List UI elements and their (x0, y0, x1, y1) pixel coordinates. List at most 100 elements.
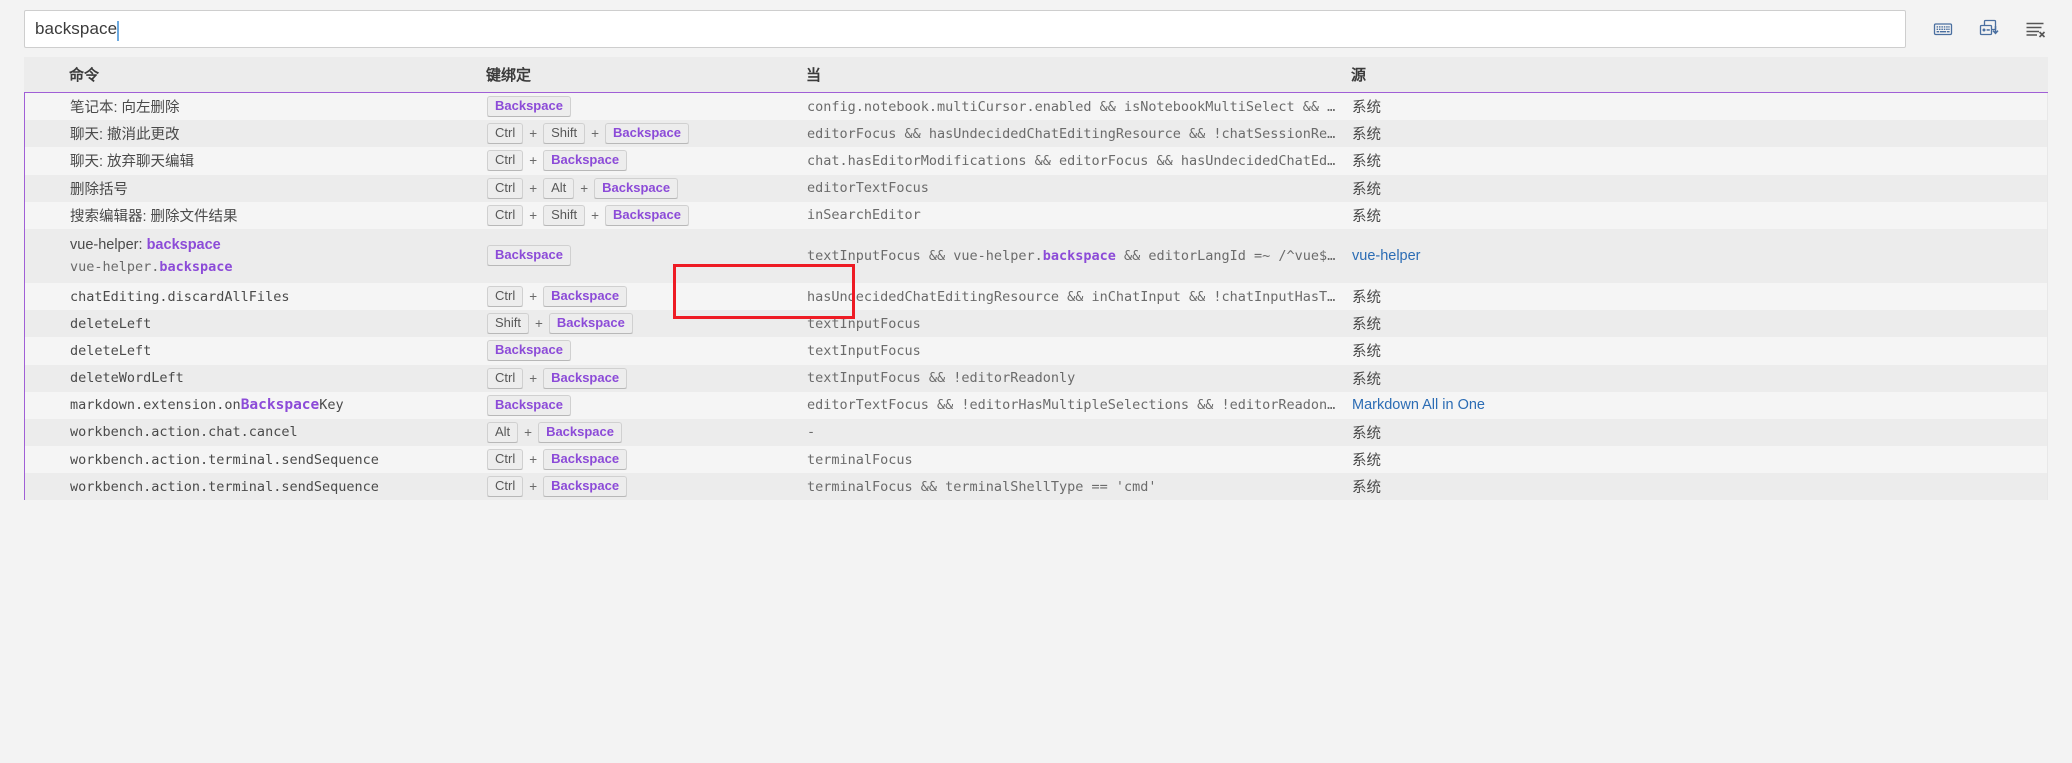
cell-source[interactable]: Markdown All in One (1352, 397, 1552, 413)
cell-when: inSearchEditor (807, 207, 921, 224)
key-separator: + (529, 370, 538, 386)
command-label: deleteLeft (70, 315, 152, 332)
key-chip: Shift (543, 123, 586, 145)
cell-keybinding[interactable]: Ctrl + Backspace (487, 286, 807, 308)
table-row[interactable]: deleteLeft Backspace textInputFocus 系统 (25, 337, 2047, 365)
key-chip: Ctrl (487, 449, 524, 471)
key-separator: + (529, 153, 538, 169)
table-row[interactable]: chatEditing.discardAllFiles Ctrl + Backspac… (25, 282, 2047, 311)
cell-source: 系统 (1352, 344, 1381, 361)
key-chip: Ctrl (487, 177, 524, 199)
cell-command: chatEditing.discardAllFiles (25, 289, 487, 305)
cell-source[interactable]: vue-helper (1352, 248, 1552, 264)
column-header-keybinding[interactable]: 键绑定 (486, 64, 806, 85)
column-header-source[interactable]: 源 (1351, 64, 1551, 85)
cell-source: 系统 (1352, 371, 1381, 388)
cell-command: 聊天: 放弃聊天编辑 (25, 150, 487, 171)
key-chip: Backspace (543, 367, 628, 389)
cell-keybinding[interactable]: Alt + Backspace (487, 421, 807, 443)
key-chip: Shift (487, 313, 530, 335)
cell-when: textInputFocus && vue-helper.backspace &… (807, 247, 1352, 264)
cell-keybinding[interactable]: Ctrl + Shift + Backspace (487, 204, 807, 226)
table-row[interactable]: workbench.action.chat.cancel Alt + Backspac… (25, 418, 2047, 447)
keyboard-shortcuts-editor: backspace 命令 键绑定 当 源 笔记本: 向左删除 Backspace… (0, 0, 2072, 763)
cell-when: hasUndecidedChatEditingResource && inCha… (807, 288, 1352, 305)
key-chip: Ctrl (487, 123, 524, 145)
command-label: workbench.action.chat.cancel (70, 424, 298, 441)
table-row[interactable]: 搜索编辑器: 删除文件结果 Ctrl + Shift + Backspace inSearc… (25, 201, 2047, 229)
table-row[interactable]: markdown.extension.onBackspaceKey Backspa… (25, 391, 2047, 419)
cell-keybinding[interactable]: Ctrl + Backspace (487, 449, 807, 471)
record-keys-icon[interactable] (1930, 16, 1956, 42)
search-input-value: backspace (35, 19, 118, 38)
cell-source: 系统 (1352, 480, 1381, 497)
table-row[interactable]: 笔记本: 向左删除 Backspace config.notebook.multiC… (25, 93, 2047, 121)
key-chip: Backspace (543, 476, 628, 498)
key-chip: Backspace (548, 313, 633, 335)
clear-keybindings-search-icon[interactable] (2022, 16, 2048, 42)
search-input[interactable]: backspace (24, 10, 1906, 48)
search-header: backspace (0, 0, 2072, 57)
key-separator: + (591, 207, 600, 223)
cell-keybinding[interactable]: Ctrl + Backspace (487, 150, 807, 172)
cell-command: 搜索编辑器: 删除文件结果 (25, 205, 487, 226)
command-label: vue-helper: backspace (70, 237, 221, 254)
command-label: markdown.extension.onBackspaceKey (70, 397, 344, 414)
column-header-command[interactable]: 命令 (24, 64, 486, 85)
cell-keybinding[interactable]: Ctrl + Backspace (487, 367, 807, 389)
cell-source: 系统 (1352, 425, 1381, 442)
key-chip: Shift (543, 204, 586, 226)
key-chip: Backspace (605, 204, 689, 226)
cell-when: textInputFocus (807, 315, 921, 332)
command-label: 删除括号 (70, 181, 128, 198)
cell-keybinding[interactable]: Backspace (487, 394, 807, 416)
key-separator: + (529, 452, 538, 468)
table-row[interactable]: workbench.action.terminal.sendSequence Ct… (25, 446, 2047, 474)
cell-command: workbench.action.chat.cancel (25, 424, 487, 440)
command-label: 聊天: 放弃聊天编辑 (70, 154, 195, 171)
table-row[interactable]: vue-helper: backspace vue-helper.backspac… (25, 228, 2047, 283)
key-separator: + (529, 126, 538, 142)
column-header-when[interactable]: 当 (806, 64, 1351, 85)
cell-source: 系统 (1352, 453, 1381, 470)
table-row[interactable]: 聊天: 撤消此更改 Ctrl + Shift + Backspace editorFocus… (25, 120, 2047, 148)
key-chip: Backspace (605, 123, 689, 145)
table-row[interactable]: deleteLeft Shift + Backspace textInputFocus 系… (25, 310, 2047, 338)
cell-when: editorFocus && hasUndecidedChatEditingRe… (807, 125, 1352, 142)
table-row[interactable]: 聊天: 放弃聊天编辑 Ctrl + Backspace chat.hasEditorMo… (25, 147, 2047, 175)
table-body: 笔记本: 向左删除 Backspace config.notebook.multiC… (24, 93, 2048, 501)
command-label: workbench.action.terminal.sendSequence (70, 451, 379, 468)
key-chip: Ctrl (487, 476, 524, 498)
key-chip: Backspace (543, 286, 628, 308)
cell-keybinding[interactable]: Ctrl + Backspace (487, 476, 807, 498)
cell-command: markdown.extension.onBackspaceKey (25, 397, 487, 413)
cell-keybinding[interactable]: Backspace (487, 96, 807, 118)
table-row[interactable]: workbench.action.terminal.sendSequence Ct… (25, 473, 2047, 501)
key-chip: Backspace (594, 177, 679, 199)
cell-when: config.notebook.multiCursor.enabled && i… (807, 98, 1352, 115)
command-label: deleteLeft (70, 342, 152, 359)
cell-keybinding[interactable]: Ctrl + Alt + Backspace (487, 177, 807, 199)
cell-when: - (807, 424, 816, 441)
table-row[interactable]: 删除括号 Ctrl + Alt + Backspace editorTextFocus 系统 (25, 174, 2047, 202)
cell-when: terminalFocus (807, 451, 913, 468)
key-chip: Ctrl (487, 150, 524, 172)
cell-source: 系统 (1352, 317, 1381, 334)
key-separator: + (529, 479, 538, 495)
cell-command: deleteWordLeft (25, 370, 487, 386)
key-separator: + (591, 126, 600, 142)
cell-when: editorTextFocus && !editorHasMultipleSel… (807, 397, 1352, 414)
cell-keybinding[interactable]: Ctrl + Shift + Backspace (487, 123, 807, 145)
cell-command: deleteLeft (25, 316, 487, 332)
key-separator: + (580, 180, 589, 196)
table-row[interactable]: deleteWordLeft Ctrl + Backspace textInputFoc… (25, 364, 2047, 392)
key-chip: Ctrl (487, 286, 524, 308)
key-chip: Ctrl (487, 204, 524, 226)
cell-keybinding[interactable]: Backspace (487, 340, 807, 362)
cell-when: textInputFocus (807, 342, 921, 359)
key-separator: + (535, 316, 543, 332)
cell-keybinding[interactable]: Backspace (487, 245, 807, 267)
sort-by-precedence-icon[interactable] (1976, 16, 2002, 42)
cell-keybinding[interactable]: Shift + Backspace (487, 313, 807, 335)
key-chip: Ctrl (487, 367, 524, 389)
